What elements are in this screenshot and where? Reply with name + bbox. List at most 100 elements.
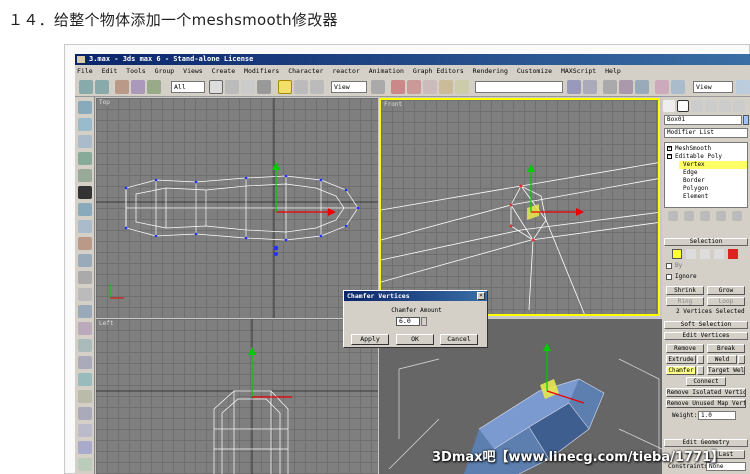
curve-editor-icon[interactable]: [619, 80, 633, 94]
menu-tools[interactable]: Tools: [126, 67, 146, 75]
select-object-icon[interactable]: [209, 80, 223, 94]
menu-animation[interactable]: Animation: [369, 67, 404, 75]
utilities-tab-icon[interactable]: [733, 100, 745, 112]
menu-edit[interactable]: Edit: [102, 67, 118, 75]
remove-button[interactable]: Remove: [666, 344, 704, 353]
vertex-mode-icon[interactable]: [672, 249, 682, 259]
configure-sets-icon[interactable]: [732, 211, 742, 221]
pivot-center-icon[interactable]: [371, 80, 385, 94]
reactor-toy-car-icon[interactable]: [78, 237, 92, 250]
ok-button[interactable]: OK: [396, 334, 434, 345]
menu-rendering[interactable]: Rendering: [473, 67, 508, 75]
shrink-button[interactable]: Shrink: [666, 286, 704, 295]
edit-vertices-rollout[interactable]: Edit Vertices: [664, 332, 748, 340]
reactor-rope-icon[interactable]: [78, 152, 92, 165]
redo-icon[interactable]: [95, 80, 109, 94]
close-icon[interactable]: ×: [477, 292, 485, 300]
loop-button[interactable]: Loop: [707, 297, 745, 306]
extrude-button[interactable]: Extrude: [666, 355, 696, 364]
menu-views[interactable]: Views: [183, 67, 203, 75]
selection-filter-dropdown[interactable]: All: [171, 81, 205, 93]
scale-icon[interactable]: [310, 80, 324, 94]
apply-button[interactable]: Apply: [351, 334, 389, 345]
extrude-settings-button[interactable]: [697, 355, 704, 364]
remove-isolated-button[interactable]: Remove Isolated Vertices: [666, 388, 746, 397]
element-mode-icon[interactable]: [728, 249, 738, 259]
viewport-front[interactable]: Front: [379, 98, 660, 316]
reactor-constraint-icon[interactable]: [78, 458, 92, 471]
reactor-preview-icon[interactable]: [78, 373, 92, 386]
chamfer-amount-spinner[interactable]: [421, 317, 427, 326]
motion-tab-icon[interactable]: [705, 100, 717, 112]
reactor-soft-icon[interactable]: [78, 135, 92, 148]
stack-item-polygon[interactable]: Polygon: [683, 185, 708, 193]
reactor-create-anim-icon[interactable]: [78, 407, 92, 420]
grow-button[interactable]: Grow: [707, 286, 745, 295]
cancel-button[interactable]: Cancel: [440, 334, 478, 345]
connect-button[interactable]: Connect: [686, 377, 726, 386]
ignore-backfacing-checkbox[interactable]: [666, 274, 672, 280]
menu-help[interactable]: Help: [605, 67, 621, 75]
layer-manager-icon[interactable]: [603, 80, 617, 94]
align-icon[interactable]: [583, 80, 597, 94]
quick-render-icon[interactable]: [736, 80, 750, 94]
rotate-icon[interactable]: [294, 80, 308, 94]
remove-unused-map-button[interactable]: Remove Unused Map Verts: [666, 399, 746, 408]
weld-button[interactable]: Weld: [707, 355, 737, 364]
stack-item-edge[interactable]: Edge: [683, 169, 697, 177]
target-weld-button[interactable]: Target Weld: [707, 366, 745, 375]
hierarchy-tab-icon[interactable]: [691, 100, 703, 112]
break-button[interactable]: Break: [707, 344, 745, 353]
show-end-result-icon[interactable]: [684, 211, 694, 221]
chamfer-settings-button[interactable]: [697, 366, 704, 375]
reactor-hinge-icon[interactable]: [78, 288, 92, 301]
by-vertex-checkbox[interactable]: [666, 263, 672, 269]
stack-item-border[interactable]: Border: [683, 177, 705, 185]
bind-space-warp-icon[interactable]: [147, 80, 161, 94]
chamfer-amount-field[interactable]: 6.0: [396, 317, 420, 326]
menu-group[interactable]: Group: [155, 67, 175, 75]
expand-icon[interactable]: +: [667, 146, 672, 151]
selection-rollout[interactable]: Selection: [664, 238, 748, 246]
polygon-mode-icon[interactable]: [714, 249, 724, 259]
menu-create[interactable]: Create: [212, 67, 235, 75]
object-color-swatch[interactable]: [743, 115, 749, 125]
link-icon[interactable]: [115, 80, 129, 94]
modifier-list-dropdown[interactable]: Modifier List: [664, 128, 748, 138]
ref-coord-dropdown[interactable]: View: [331, 81, 367, 93]
display-tab-icon[interactable]: [719, 100, 731, 112]
reactor-motor-icon[interactable]: [78, 271, 92, 284]
menu-graph-editors[interactable]: Graph Editors: [413, 67, 464, 75]
reactor-rigid-icon[interactable]: [78, 101, 92, 114]
object-name-field[interactable]: Box01: [664, 115, 742, 125]
schematic-view-icon[interactable]: [635, 80, 649, 94]
viewport-top[interactable]: Top: [96, 98, 378, 318]
select-manipulate-icon[interactable]: [391, 80, 405, 94]
edge-mode-icon[interactable]: [686, 249, 696, 259]
stack-item-vertex[interactable]: Vertex: [679, 161, 747, 169]
reactor-fracture2-icon[interactable]: [78, 356, 92, 369]
window-crossing-icon[interactable]: [257, 80, 271, 94]
reactor-sound-icon[interactable]: [78, 424, 92, 437]
weight-spinner[interactable]: 1.0: [698, 411, 736, 420]
spinner-snap-icon[interactable]: [455, 80, 469, 94]
reactor-wind-icon[interactable]: [78, 254, 92, 267]
reactor-deforming-icon[interactable]: [78, 441, 92, 454]
reactor-carwheel-icon[interactable]: [78, 339, 92, 352]
unlink-icon[interactable]: [131, 80, 145, 94]
menu-reactor[interactable]: reactor: [332, 67, 359, 75]
collapse-icon[interactable]: −: [667, 154, 672, 159]
reactor-water-icon[interactable]: [78, 220, 92, 233]
menu-file[interactable]: File: [77, 67, 93, 75]
remove-modifier-icon[interactable]: [716, 211, 726, 221]
make-unique-icon[interactable]: [700, 211, 710, 221]
chamfer-button[interactable]: Chamfer: [666, 366, 696, 375]
undo-icon[interactable]: [79, 80, 93, 94]
pin-stack-icon[interactable]: [668, 211, 678, 221]
stack-item-editable-poly[interactable]: Editable Poly: [675, 153, 722, 161]
mirror-icon[interactable]: [567, 80, 581, 94]
snap-toggle-icon[interactable]: [407, 80, 421, 94]
reactor-point-icon[interactable]: [78, 305, 92, 318]
menu-maxscript[interactable]: MAXScript: [561, 67, 596, 75]
reactor-cloth-icon[interactable]: [78, 118, 92, 131]
